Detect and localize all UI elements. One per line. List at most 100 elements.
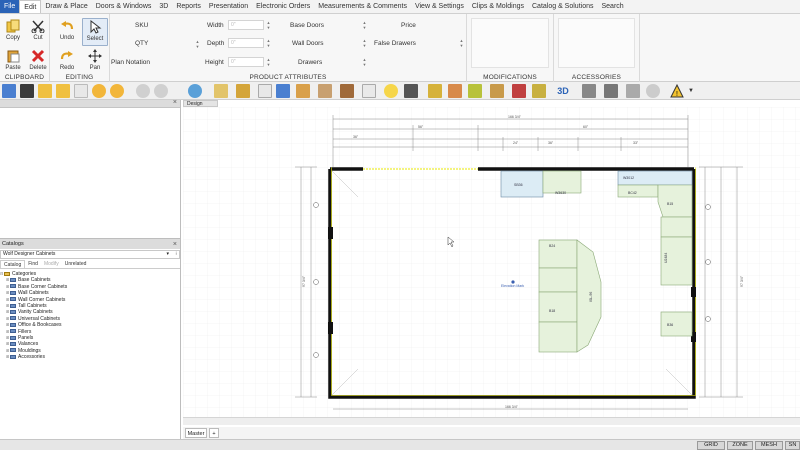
zone-toggle[interactable]: ZONE xyxy=(727,441,753,450)
redo-button[interactable]: Redo xyxy=(54,48,80,71)
cut-button[interactable]: Cut xyxy=(25,18,51,41)
notes-icon[interactable] xyxy=(258,84,272,98)
layers-icon[interactable] xyxy=(428,84,442,98)
tape-icon[interactable] xyxy=(448,84,462,98)
tag-icon[interactable] xyxy=(532,84,546,98)
ribbon: Copy Paste Cut Delete CLIPBOARD Undo Red… xyxy=(0,14,800,82)
add-tab-button[interactable]: + xyxy=(209,428,219,438)
tab-find[interactable]: Find xyxy=(25,260,41,268)
label-base-r2: B36 xyxy=(667,323,673,327)
toolbar-overflow-icon[interactable]: ▼ xyxy=(688,84,702,98)
accessories-group-label: ACCESSORIES xyxy=(571,74,622,81)
modifications-list[interactable] xyxy=(471,18,549,68)
person-icon[interactable] xyxy=(582,84,596,98)
menu-clips-moldings[interactable]: Clips & Moldings xyxy=(468,0,528,13)
delete-button[interactable]: Delete xyxy=(25,48,51,71)
menu-edit[interactable]: Edit xyxy=(19,0,42,13)
tree-item-label: Base Cabinets xyxy=(18,277,51,284)
remove-icon[interactable] xyxy=(512,84,526,98)
dim-seg3: 36" xyxy=(353,135,359,139)
new-icon[interactable] xyxy=(2,84,16,98)
menu-3d[interactable]: 3D xyxy=(155,0,172,13)
open-icon[interactable] xyxy=(56,84,70,98)
tab-catalog[interactable]: Catalog xyxy=(0,260,26,268)
select-button[interactable]: Select xyxy=(82,18,108,46)
depth-spinner[interactable]: ▲ ▼ xyxy=(266,38,271,48)
appliance-icon[interactable] xyxy=(404,84,418,98)
copy-button[interactable]: Copy xyxy=(0,18,26,41)
paste-button[interactable]: Paste xyxy=(0,48,26,71)
pan-label: Pan xyxy=(89,65,101,71)
dim-seg5: 36" xyxy=(548,141,554,145)
menu-bar: File Edit Draw & Place Doors & Windows 3… xyxy=(0,0,800,14)
false-drawers-label: False Drawers xyxy=(374,40,416,47)
tab-unrelated[interactable]: Unrelated xyxy=(62,260,90,268)
undo-button[interactable]: Undo xyxy=(54,18,80,41)
tab-master[interactable]: Master xyxy=(185,428,207,438)
report-icon[interactable] xyxy=(604,84,618,98)
warning-icon[interactable]: ! xyxy=(670,83,684,98)
wall-cabinet-icon[interactable] xyxy=(318,84,332,98)
design-tab[interactable]: Design xyxy=(183,100,218,107)
redo-small-icon[interactable] xyxy=(110,84,124,98)
refresh-icon[interactable] xyxy=(188,84,202,98)
copy-label: Copy xyxy=(5,35,20,41)
cabinet-icon[interactable] xyxy=(296,84,310,98)
snap-toggle[interactable]: SN xyxy=(785,441,800,450)
menu-draw-place[interactable]: Draw & Place xyxy=(41,0,91,13)
tab-modify[interactable]: Modify xyxy=(41,260,62,268)
menu-presentation[interactable]: Presentation xyxy=(205,0,252,13)
mesh-toggle[interactable]: MESH xyxy=(755,441,783,450)
menu-catalog-solutions[interactable]: Catalog & Solutions xyxy=(528,0,597,13)
depth-field[interactable]: 0" xyxy=(228,38,264,48)
menu-search[interactable]: Search xyxy=(597,0,627,13)
catalog-options-icon[interactable]: ⁝ xyxy=(175,251,177,258)
tree-item[interactable]: ⊞ Accessories xyxy=(0,354,180,360)
qty-label: QTY xyxy=(135,40,149,47)
paste-icon xyxy=(5,48,21,64)
floor-plan[interactable]: 166 3/4" 56" 60" 36" 24" 36" 33" 97 3/4"… xyxy=(183,107,800,417)
close-icon[interactable]: × xyxy=(173,99,177,106)
undo-small-icon[interactable] xyxy=(92,84,106,98)
stack-icon[interactable] xyxy=(490,84,504,98)
menu-reports[interactable]: Reports xyxy=(172,0,205,13)
zoom-out-icon[interactable] xyxy=(154,84,168,98)
width-field[interactable]: 0" xyxy=(228,20,264,30)
menu-view-settings[interactable]: View & Settings xyxy=(411,0,468,13)
arrow-right-icon[interactable] xyxy=(468,84,482,98)
grid-toggle[interactable]: GRID xyxy=(697,441,725,450)
grid-icon[interactable] xyxy=(276,84,290,98)
menu-electronic-orders[interactable]: Electronic Orders xyxy=(252,0,314,13)
menu-file[interactable]: File xyxy=(0,0,20,13)
search-icon[interactable] xyxy=(646,84,660,98)
menu-doors-windows[interactable]: Doors & Windows xyxy=(92,0,156,13)
horizontal-scrollbar[interactable] xyxy=(183,417,800,425)
accessories-list[interactable] xyxy=(558,18,635,68)
measure-icon[interactable] xyxy=(236,84,250,98)
close-icon[interactable]: × xyxy=(173,240,177,250)
folder-icon[interactable] xyxy=(38,84,52,98)
tree-item-label: Office & Bookcases xyxy=(18,322,62,329)
false-drawers-spinner[interactable]: ▲ ▼ xyxy=(459,38,464,48)
delete-x-icon xyxy=(30,48,46,64)
3d-view-icon[interactable]: 3D xyxy=(556,84,570,98)
base-doors-spinner[interactable]: ▲ ▼ xyxy=(362,20,367,30)
zoom-in-icon[interactable] xyxy=(136,84,150,98)
pointer-icon[interactable] xyxy=(74,84,88,98)
drawers-spinner[interactable]: ▲ ▼ xyxy=(362,57,367,67)
wall-doors-spinner[interactable]: ▲ ▼ xyxy=(362,38,367,48)
window-icon[interactable] xyxy=(362,84,376,98)
catalog-select[interactable]: Wolf Designer Cabinets ▾ ⁝ xyxy=(0,250,180,259)
height-field[interactable]: 0" xyxy=(228,57,264,67)
height-spinner[interactable]: ▲ ▼ xyxy=(266,57,271,67)
light-icon[interactable] xyxy=(384,84,398,98)
pan-button[interactable]: Pan xyxy=(82,48,108,71)
pencil-icon[interactable] xyxy=(214,84,228,98)
width-spinner[interactable]: ▲ ▼ xyxy=(266,20,271,30)
menu-measurements-comments[interactable]: Measurements & Comments xyxy=(314,0,411,13)
print-icon[interactable] xyxy=(626,84,640,98)
qty-spinner[interactable]: ▲ ▼ xyxy=(195,39,200,49)
design-canvas[interactable]: 166 3/4" 56" 60" 36" 24" 36" 33" 97 3/4"… xyxy=(183,107,800,427)
save-icon[interactable] xyxy=(20,84,34,98)
door-icon[interactable] xyxy=(340,84,354,98)
